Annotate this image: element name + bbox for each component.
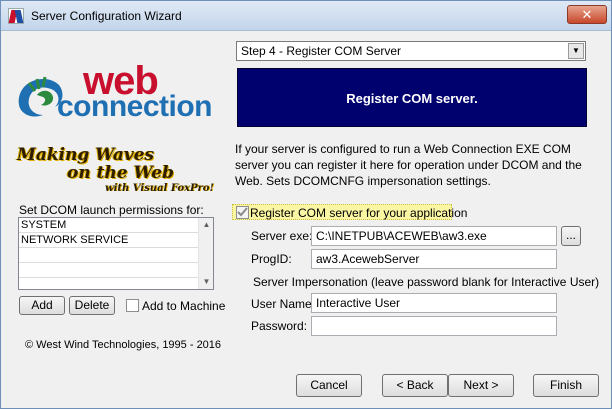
username-field[interactable]: Interactive User [311, 293, 557, 313]
checkmark-icon [237, 207, 248, 217]
add-to-machine-label: Add to Machine [142, 299, 226, 313]
register-checkbox[interactable] [236, 206, 249, 219]
delete-button[interactable]: Delete [69, 296, 115, 315]
password-field[interactable] [311, 316, 557, 336]
tagline: Making Waves on the Web with Visual FoxP… [17, 145, 223, 197]
banner-title: Register COM server. [346, 91, 478, 106]
add-button-label: Add [31, 298, 53, 312]
logo-connection-text: connection [57, 90, 213, 123]
dcom-permissions-label: Set DCOM launch permissions for: [19, 203, 204, 217]
next-button-label: Next > [463, 378, 499, 392]
step-banner: Register COM server. [237, 68, 587, 127]
step-description: If your server is configured to run a We… [235, 142, 582, 188]
tagline-line2: on the Web [67, 163, 174, 183]
web-connection-logo: web connection [15, 61, 231, 123]
scroll-up-icon[interactable]: ▲ [199, 218, 213, 232]
list-item[interactable]: NETWORK SERVICE [19, 233, 200, 248]
cancel-button-label: Cancel [310, 378, 348, 392]
cancel-button[interactable]: Cancel [296, 374, 362, 397]
delete-button-label: Delete [74, 298, 110, 312]
list-scrollbar[interactable]: ▲ ▼ [198, 218, 213, 289]
close-button[interactable]: ✕ [567, 5, 607, 24]
list-item[interactable] [19, 278, 200, 289]
copyright-text: © West Wind Technologies, 1995 - 2016 [25, 339, 222, 351]
close-icon: ✕ [581, 7, 593, 22]
wizard-window: Server Configuration Wizard ✕ web connec… [0, 0, 612, 409]
back-button-label: < Back [396, 378, 434, 392]
browse-button[interactable]: ... [561, 226, 581, 246]
next-button[interactable]: Next > [448, 374, 514, 397]
step-select-value: Step 4 - Register COM Server [241, 44, 402, 58]
app-icon [8, 8, 24, 24]
dcom-permissions-list[interactable]: SYSTEM NETWORK SERVICE ▲ ▼ [18, 217, 214, 290]
password-label: Password: [251, 319, 308, 333]
step-select[interactable]: Step 4 - Register COM Server ▼ [236, 41, 586, 61]
progid-label: ProgID: [251, 252, 292, 266]
progid-field[interactable]: aw3.AcewebServer [311, 249, 557, 269]
window-title: Server Configuration Wizard [31, 9, 182, 23]
server-exe-field[interactable]: C:\INETPUB\ACEWEB\aw3.exe [311, 226, 557, 246]
tagline-line1: Making Waves [17, 145, 155, 165]
tagline-line3: with Visual FoxPro! [105, 183, 214, 194]
add-to-machine-checkbox[interactable] [126, 299, 139, 312]
server-exe-label: Server exe: [251, 229, 313, 243]
browse-button-label: ... [565, 228, 576, 242]
list-item[interactable]: SYSTEM [19, 218, 200, 233]
finish-button[interactable]: Finish [533, 374, 599, 397]
finish-button-label: Finish [549, 378, 582, 392]
back-button[interactable]: < Back [382, 374, 448, 397]
username-label: User Name: [251, 297, 316, 311]
add-button[interactable]: Add [19, 296, 65, 315]
list-item[interactable] [19, 263, 200, 278]
chevron-down-icon[interactable]: ▼ [568, 43, 584, 59]
title-bar: Server Configuration Wizard ✕ [1, 1, 611, 31]
list-item[interactable] [19, 248, 200, 263]
scroll-down-icon[interactable]: ▼ [199, 275, 213, 289]
impersonation-label: Server Impersonation (leave password bla… [253, 275, 600, 289]
register-label: Register COM server for your application [250, 206, 468, 220]
